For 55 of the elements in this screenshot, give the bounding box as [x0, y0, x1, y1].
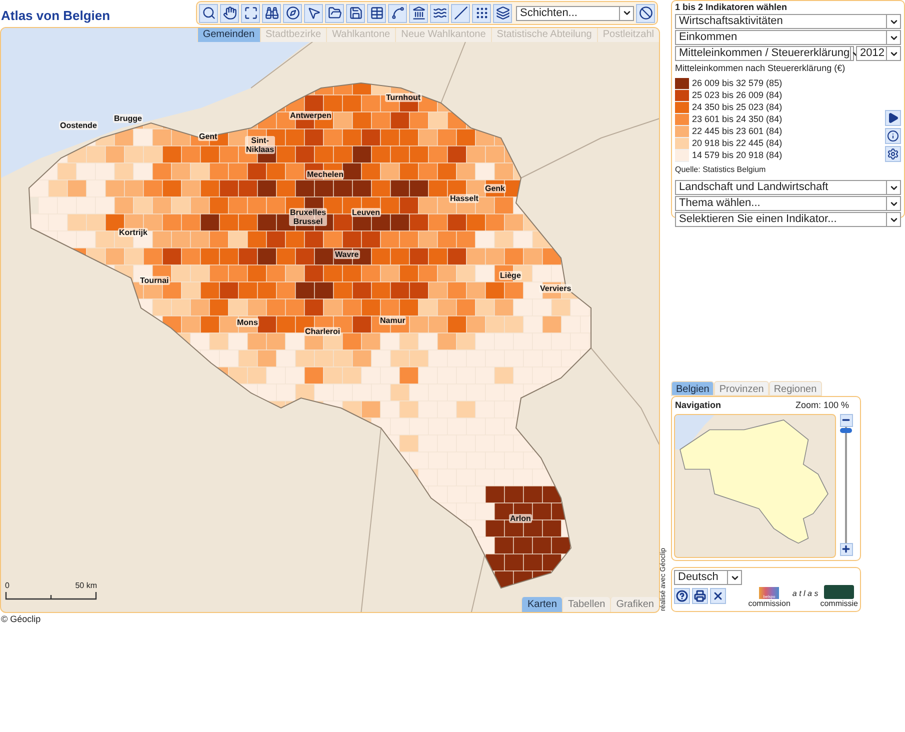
layers-select[interactable]: Schichten...	[516, 6, 634, 20]
city-label: Hasselt	[449, 194, 480, 203]
logo-text: commissie	[820, 599, 858, 608]
city-label: Wavre	[334, 250, 360, 259]
scale-label: 0	[5, 580, 10, 592]
city-label: Mechelen	[306, 170, 344, 179]
legend-label: 14 579 bis 20 918 (84)	[692, 149, 782, 162]
copyright-text: © Géoclip	[0, 613, 42, 626]
region-tab[interactable]: Belgien	[671, 381, 714, 396]
city-label: Mons	[236, 318, 259, 327]
map-level-tab[interactable]: Gemeinden	[196, 28, 260, 42]
legend-label: 26 009 bis 32 579 (85)	[692, 77, 782, 90]
indicator-select[interactable]: Landschaft und Landwirtschaft	[675, 180, 901, 195]
city-label: Antwerpen	[289, 111, 332, 120]
indicator-select[interactable]: Mitteleinkommen / Steuererklärung	[675, 46, 854, 61]
scale-label: 50 km	[75, 580, 97, 592]
city-label: Charleroi	[304, 327, 342, 336]
city-label: Tournai	[139, 276, 170, 285]
legend-label: 24 350 bis 25 023 (84)	[692, 101, 782, 114]
theme-select[interactable]: Einkommen	[675, 30, 901, 45]
app-title: Atlas von Belgien	[0, 6, 110, 25]
view-tab[interactable]: Karten	[521, 597, 562, 612]
view-tab[interactable]: Tabellen	[562, 597, 610, 612]
panel-heading: 1 bis 2 Indikatoren wählen	[675, 2, 788, 13]
city-label: Gent	[198, 132, 218, 141]
city-label: Sint-Niklaas	[245, 136, 276, 154]
city-label: Bruxelles Brussel	[289, 208, 328, 226]
city-label: Turnhout	[385, 93, 422, 102]
legend-title: Mitteleinkommen nach Steuererklärung (€)	[675, 62, 846, 74]
city-label: Genk	[484, 184, 506, 193]
city-label: Kortrijk	[118, 228, 148, 237]
city-label: Brugge	[113, 114, 143, 123]
city-label: Liège	[499, 271, 522, 280]
theme-select[interactable]: Wirtschaftsaktivitäten	[675, 14, 901, 29]
indicator-select[interactable]: Selektieren Sie einen Indikator...	[675, 212, 901, 227]
year-select[interactable]: 2012	[856, 46, 901, 61]
legend-label: 23 601 bis 24 350 (84)	[692, 113, 782, 126]
logo-text: a t l a s	[792, 588, 818, 600]
legend-label: 22 445 bis 23 601 (84)	[692, 125, 782, 138]
source-text: Quelle: Statistics Belgium	[675, 164, 767, 176]
legend-label: 25 023 bis 26 009 (84)	[692, 89, 782, 102]
city-label: Leuven	[351, 208, 382, 217]
language-select[interactable]: Deutsch	[674, 570, 742, 585]
city-label: Arlon	[509, 514, 532, 523]
city-label: Oostende	[59, 121, 98, 130]
region-tab[interactable]: Regionen	[768, 381, 822, 396]
legend-label: 20 918 bis 22 445 (84)	[692, 137, 782, 150]
navigation-title: Navigation	[675, 399, 722, 412]
city-label: Verviers	[539, 284, 572, 293]
region-tab[interactable]: Provinzen	[714, 381, 769, 396]
indicator-select[interactable]: Thema wählen...	[675, 196, 901, 211]
logo-text: commission	[748, 599, 790, 608]
city-label: Namur	[379, 316, 406, 325]
zoom-level-text: Zoom: 100 %	[795, 399, 849, 412]
view-tab[interactable]: Grafiken	[610, 597, 659, 612]
